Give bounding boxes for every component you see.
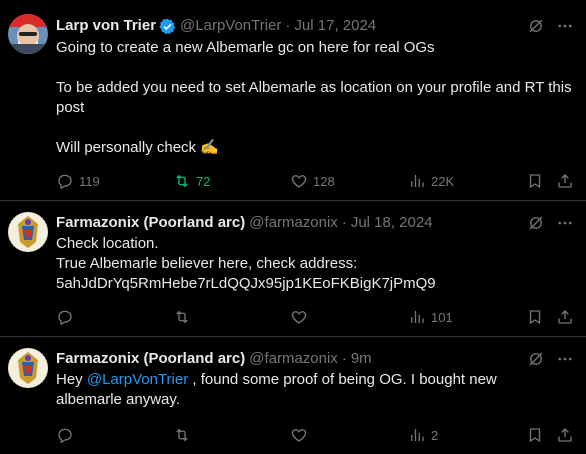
- repost-count: 72: [196, 173, 211, 189]
- heart-icon: [291, 175, 307, 188]
- like-count: 128: [313, 173, 335, 189]
- reply-button[interactable]: [56, 307, 74, 327]
- reply-icon: [58, 174, 72, 190]
- tweet-text: Going to create a new Albemarle gc on he…: [56, 39, 572, 156]
- bookmark-icon: [529, 428, 541, 443]
- grok-icon[interactable]: [526, 16, 546, 36]
- tweet-text: Check location. True Albemarle believer …: [56, 235, 436, 292]
- grok-icon[interactable]: [526, 213, 546, 233]
- avatar[interactable]: [8, 14, 48, 54]
- share-icon: [558, 310, 572, 324]
- separator-dot: ·: [285, 17, 291, 34]
- heart-icon: [291, 429, 307, 442]
- views-count: 2: [431, 427, 439, 443]
- bookmark-button[interactable]: [526, 307, 544, 327]
- more-options-icon[interactable]: [555, 349, 575, 369]
- like-button[interactable]: [290, 425, 308, 445]
- bookmark-button[interactable]: [526, 425, 544, 445]
- repost-icon: [176, 310, 188, 324]
- repost-button[interactable]: 72: [173, 171, 210, 191]
- author-name[interactable]: Farmazonix (Poorland arc): [56, 213, 245, 233]
- share-button[interactable]: [556, 307, 574, 327]
- repost-button[interactable]: [173, 307, 191, 327]
- bookmark-icon: [529, 174, 541, 189]
- reply-button[interactable]: 119: [56, 171, 100, 191]
- timestamp[interactable]: 9m: [351, 349, 372, 369]
- reply-icon: [58, 310, 72, 326]
- text-prefix: Hey: [56, 371, 87, 388]
- tweet-2[interactable]: Farmazonix (Poorland arc) @farmazonix · …: [0, 201, 586, 336]
- reply-icon: [58, 428, 72, 444]
- timestamp[interactable]: Jul 18, 2024: [351, 213, 433, 233]
- reply-count: 119: [79, 173, 100, 189]
- views-button[interactable]: 101: [408, 307, 453, 327]
- repost-icon: [176, 174, 188, 188]
- like-button[interactable]: [290, 307, 308, 327]
- views-count: 22K: [431, 173, 455, 189]
- timestamp[interactable]: Jul 17, 2024: [294, 16, 376, 36]
- views-count: 101: [431, 309, 453, 325]
- bookmark-button[interactable]: [526, 171, 544, 191]
- reply-button[interactable]: [56, 425, 74, 445]
- author-name[interactable]: Farmazonix (Poorland arc): [56, 349, 245, 369]
- bookmark-icon: [529, 310, 541, 325]
- grok-icon[interactable]: [526, 349, 546, 369]
- tweet-header: Farmazonix (Poorland arc) @farmazonix · …: [56, 213, 433, 233]
- tweet-header: Farmazonix (Poorland arc) @farmazonix · …: [56, 349, 372, 369]
- more-options-icon[interactable]: [555, 16, 575, 36]
- author-name[interactable]: Larp von Trier: [56, 16, 156, 36]
- heart-icon: [291, 311, 307, 324]
- tweet-3[interactable]: Farmazonix (Poorland arc) @farmazonix · …: [0, 337, 586, 454]
- more-options-icon[interactable]: [555, 213, 575, 233]
- repost-button[interactable]: [173, 425, 191, 445]
- tweet-text: Hey @LarpVonTrier , found some proof of …: [56, 370, 556, 410]
- views-icon: [411, 429, 424, 441]
- views-button[interactable]: 22K: [408, 171, 454, 191]
- like-button[interactable]: 128: [290, 171, 335, 191]
- share-icon: [558, 174, 572, 188]
- share-icon: [558, 428, 572, 442]
- avatar[interactable]: [8, 348, 48, 388]
- share-button[interactable]: [556, 425, 574, 445]
- verified-badge-icon: [159, 18, 176, 35]
- author-handle[interactable]: @farmazonix: [249, 349, 338, 369]
- mention-link[interactable]: @LarpVonTrier: [87, 371, 188, 388]
- views-icon: [411, 311, 424, 323]
- author-handle[interactable]: @LarpVonTrier: [180, 16, 281, 36]
- avatar[interactable]: [8, 212, 48, 252]
- views-icon: [411, 175, 424, 187]
- author-handle[interactable]: @farmazonix: [249, 213, 338, 233]
- views-button[interactable]: 2: [408, 425, 438, 445]
- share-button[interactable]: [556, 171, 574, 191]
- tweet-header: Larp von Trier @LarpVonTrier · Jul 17, 2…: [56, 16, 376, 36]
- separator-dot: ·: [341, 214, 347, 231]
- tweet-1[interactable]: Larp von Trier @LarpVonTrier · Jul 17, 2…: [0, 0, 586, 200]
- separator-dot: ·: [341, 350, 347, 367]
- repost-icon: [176, 428, 188, 442]
